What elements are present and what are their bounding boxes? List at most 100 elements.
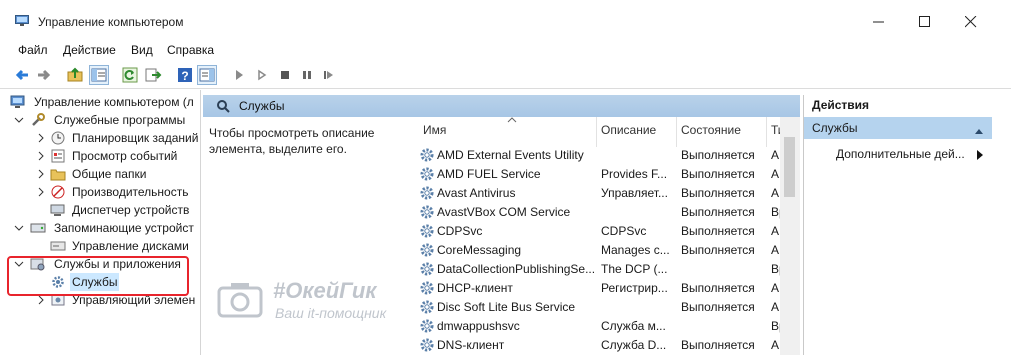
- service-gear-icon: [419, 204, 435, 220]
- start-service-icon[interactable]: [230, 66, 248, 84]
- tools-icon: [30, 113, 46, 127]
- service-description: Manages c...: [601, 243, 670, 257]
- column-header-state[interactable]: Состояние: [681, 123, 741, 137]
- computer-management-icon: [15, 15, 29, 27]
- table-row[interactable]: AMD External Events Utility Выполняется А: [415, 146, 785, 165]
- tree-label: Запоминающие устройст: [54, 221, 194, 235]
- stop-service-icon[interactable]: [276, 66, 294, 84]
- column-divider[interactable]: [766, 117, 767, 147]
- refresh-icon[interactable]: [121, 66, 139, 84]
- column-divider[interactable]: [676, 117, 677, 147]
- menu-help[interactable]: Справка: [167, 43, 214, 57]
- service-name: Disc Soft Lite Bus Service: [437, 300, 576, 314]
- table-row[interactable]: AvastVBox COM Service Выполняется Вр: [415, 203, 785, 222]
- menu-file[interactable]: Файл: [18, 43, 48, 57]
- back-icon[interactable]: [13, 66, 31, 84]
- column-header-name[interactable]: Имя: [423, 123, 446, 137]
- title-bar: Управление компьютером: [0, 0, 1011, 36]
- tree-label: Диспетчер устройств: [72, 203, 190, 217]
- service-state: Выполняется: [681, 281, 755, 295]
- submenu-arrow-icon[interactable]: [977, 149, 983, 163]
- performance-icon: [50, 185, 66, 199]
- table-row[interactable]: DNS-клиент Служба D... Выполняется А: [415, 336, 785, 355]
- service-state: Выполняется: [681, 224, 755, 238]
- service-state: Выполняется: [681, 167, 755, 181]
- service-name: DataCollectionPublishingSe...: [437, 262, 596, 276]
- vertical-scrollbar[interactable]: [780, 117, 800, 355]
- close-button[interactable]: [949, 6, 995, 36]
- column-divider[interactable]: [596, 117, 597, 147]
- service-description: Регистрир...: [601, 281, 668, 295]
- actions-section-label: Службы: [812, 121, 858, 135]
- tree-label: Просмотр событий: [72, 149, 178, 163]
- collapse-icon[interactable]: [974, 124, 984, 138]
- svg-text:?: ?: [181, 69, 188, 83]
- service-name: AMD External Events Utility: [437, 148, 584, 162]
- device-manager-icon: [50, 203, 66, 217]
- watermark: #ОкейГик Ваш it-помощник: [217, 278, 417, 328]
- table-row[interactable]: dmwappushsvc Служба м... Вр: [415, 317, 785, 336]
- service-description: Управляет...: [601, 186, 668, 200]
- scrollbar-thumb[interactable]: [784, 137, 795, 197]
- service-name: AMD FUEL Service: [437, 167, 541, 181]
- show-action-pane-icon[interactable]: [197, 65, 217, 85]
- service-gear-icon: [419, 280, 435, 296]
- up-folder-icon[interactable]: [66, 66, 84, 84]
- navigation-tree: Управление компьютером (л Служебные прог…: [8, 90, 201, 355]
- show-hide-tree-icon[interactable]: [89, 65, 109, 85]
- service-gear-icon: [419, 318, 435, 334]
- table-row[interactable]: AMD FUEL Service Provides F... Выполняется…: [415, 165, 785, 184]
- table-row[interactable]: Avast Antivirus Управляет... Выполняется А: [415, 184, 785, 203]
- maximize-button[interactable]: [903, 6, 949, 36]
- table-row[interactable]: CoreMessaging Manages c... Выполняется А: [415, 241, 785, 260]
- pause-service-icon[interactable]: [298, 66, 316, 84]
- chevron-right-icon[interactable]: [36, 129, 46, 147]
- help-icon[interactable]: ?: [176, 66, 194, 84]
- chevron-down-icon[interactable]: [14, 219, 24, 237]
- service-gear-icon: [419, 337, 435, 353]
- export-list-icon[interactable]: [144, 66, 162, 84]
- highlight-box: [7, 256, 189, 296]
- watermark-subtitle: Ваш it-помощник: [275, 305, 387, 321]
- chevron-right-icon[interactable]: [36, 165, 46, 183]
- toolbar: ?: [0, 62, 1011, 89]
- table-row[interactable]: CDPSvc CDPSvc Выполняется А: [415, 222, 785, 241]
- table-row[interactable]: DataCollectionPublishingSe... The DCP (..…: [415, 260, 785, 279]
- service-state: Выполняется: [681, 205, 755, 219]
- search-icon: [215, 98, 231, 117]
- forward-icon[interactable]: [35, 66, 53, 84]
- clock-icon: [50, 131, 66, 145]
- table-row[interactable]: DHCP-клиент Регистрир... Выполняется А: [415, 279, 785, 298]
- minimize-button[interactable]: [857, 6, 903, 36]
- table-row[interactable]: Disc Soft Lite Bus Service Выполняется А: [415, 298, 785, 317]
- chevron-right-icon[interactable]: [36, 147, 46, 165]
- service-description: Служба м...: [601, 319, 666, 333]
- sort-ascending-icon: [507, 113, 517, 127]
- actions-section-services[interactable]: Службы: [804, 117, 992, 139]
- chevron-right-icon[interactable]: [36, 183, 46, 201]
- computer-management-icon: [10, 95, 26, 109]
- service-state: Выполняется: [681, 243, 755, 257]
- service-gear-icon: [419, 166, 435, 182]
- more-actions-item[interactable]: Дополнительные дей...: [836, 147, 965, 161]
- service-name: DNS-клиент: [437, 338, 505, 352]
- service-description: Служба D...: [601, 338, 667, 352]
- menu-view[interactable]: Вид: [131, 43, 153, 57]
- start-service-alt-icon[interactable]: [253, 66, 271, 84]
- service-state: Выполняется: [681, 148, 755, 162]
- service-name: Avast Antivirus: [437, 186, 516, 200]
- watermark-logo-icon: [217, 280, 263, 323]
- disk-icon: [50, 239, 66, 253]
- menu-action[interactable]: Действие: [63, 43, 116, 57]
- restart-service-icon[interactable]: [320, 66, 338, 84]
- service-name: DHCP-клиент: [437, 281, 513, 295]
- watermark-title: #ОкейГик: [273, 278, 377, 303]
- description-text: Чтобы просмотреть описание элемента, выд…: [209, 126, 375, 156]
- event-log-icon: [50, 149, 66, 163]
- service-name: dmwappushsvc: [437, 319, 520, 333]
- chevron-down-icon[interactable]: [14, 111, 24, 129]
- service-name: AvastVBox COM Service: [437, 205, 571, 219]
- service-gear-icon: [419, 185, 435, 201]
- services-header: Службы: [203, 95, 800, 117]
- column-header-description[interactable]: Описание: [601, 123, 656, 137]
